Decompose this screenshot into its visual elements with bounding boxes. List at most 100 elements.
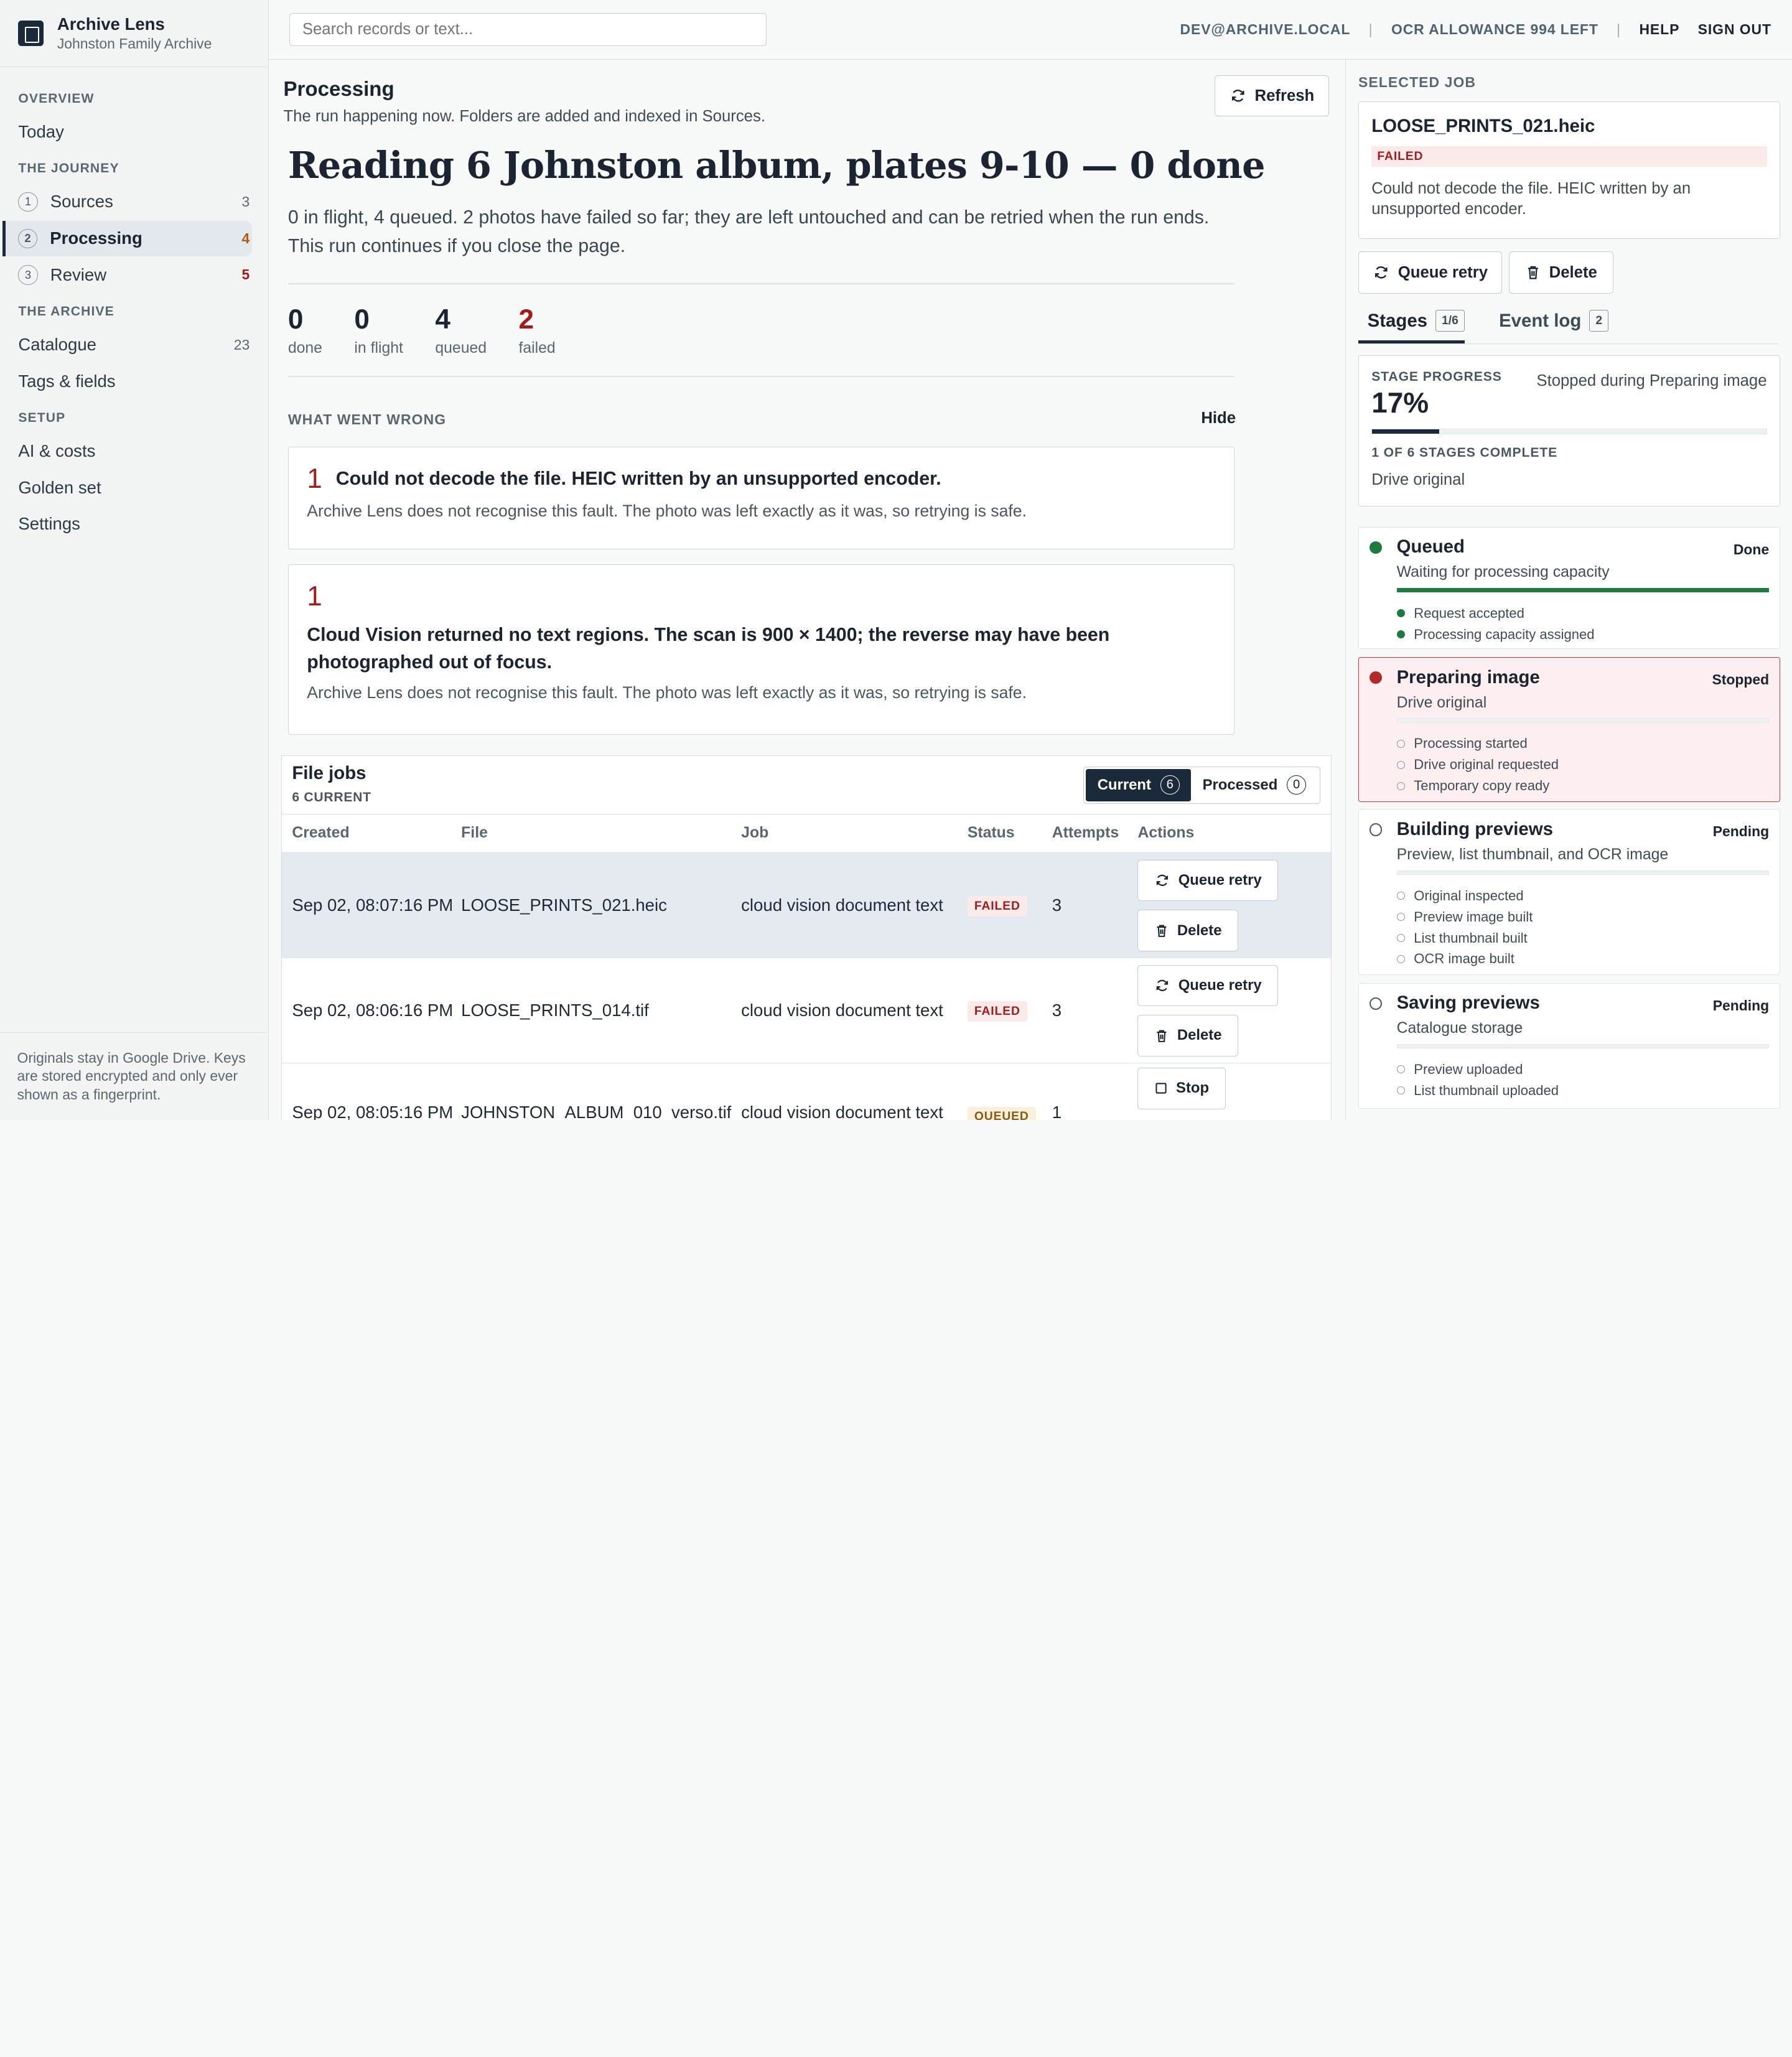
cell-created: Sep 02, 08:05:16 PM	[292, 1102, 454, 1120]
nav-heading-journey: THE JOURNEY	[18, 161, 119, 176]
stage-steps: Preview uploaded List thumbnail uploaded	[1397, 1059, 1559, 1101]
hide-errors-button[interactable]: Hide	[1201, 409, 1236, 427]
tab-label: Processed	[1202, 776, 1278, 793]
table-row[interactable]: Sep 02, 08:05:16 PM JOHNSTON_ALBUM_010_v…	[282, 1063, 1331, 1120]
step-number-badge: 1	[18, 192, 38, 212]
button-label: Delete	[1549, 263, 1597, 281]
queue-retry-button[interactable]: Queue retry	[1137, 964, 1279, 1006]
errors-heading: WHAT WENT WRONG	[287, 411, 447, 428]
column-header: Attempts	[1052, 824, 1119, 842]
stage-step: List thumbnail uploaded	[1397, 1080, 1559, 1101]
sidebar-item-settings[interactable]: Settings	[2, 506, 252, 542]
column-header: Status	[967, 824, 1015, 842]
column-header: Actions	[1137, 824, 1195, 842]
stage-state: Pending	[1712, 823, 1770, 840]
brand[interactable]: Archive Lens Johnston Family Archive	[0, 0, 268, 68]
delete-button[interactable]: Delete	[1137, 910, 1239, 951]
file-jobs-subtitle: 6 CURRENT	[292, 790, 371, 805]
stage-bar	[1396, 718, 1770, 723]
stage-bar	[1396, 588, 1770, 593]
status-badge: FAILED	[967, 1001, 1027, 1022]
stage-bar	[1396, 870, 1770, 875]
stage-pending-dot-icon	[1369, 823, 1382, 836]
stage-card[interactable]: Preparing image Stopped Drive original P…	[1358, 657, 1780, 803]
stage-card[interactable]: Building previews Pending Preview, list …	[1358, 809, 1780, 975]
file-jobs-panel: File jobs 6 CURRENT Current 6 Processed 0 …	[281, 755, 1332, 1120]
brand-subtitle: Johnston Family Archive	[57, 35, 212, 52]
sidebar-item-count: 3	[241, 193, 250, 210]
stage-step: Request accepted	[1397, 603, 1595, 624]
sidebar-item-count: 4	[241, 230, 250, 246]
tab-event-log[interactable]: Event log 2	[1490, 305, 1609, 343]
stage-subtitle: Preview, list thumbnail, and OCR image	[1396, 846, 1669, 864]
stage-progress-value: 17%	[1371, 386, 1429, 419]
selected-job-heading: SELECTED JOB	[1358, 74, 1477, 91]
sign-out-link[interactable]: SIGN OUT	[1698, 21, 1771, 38]
refresh-icon	[1232, 90, 1244, 102]
selected-job-tabs: Stages 1/6 Event log 2	[1358, 305, 1779, 344]
divider: |	[1617, 21, 1622, 38]
stage-card[interactable]: Queued Done Waiting for processing capac…	[1358, 526, 1780, 650]
selected-error-message: Could not decode the file. HEIC written …	[1371, 179, 1691, 218]
stage-step: Preview image built	[1397, 907, 1533, 928]
stage-stopped-dot-icon	[1369, 671, 1382, 684]
search-input[interactable]	[289, 12, 767, 46]
delete-button[interactable]: Delete	[1509, 251, 1613, 294]
table-row[interactable]: Sep 02, 08:07:16 PM LOOSE_PRINTS_021.hei…	[281, 853, 1331, 959]
sidebar-item-label: Processing	[50, 228, 142, 248]
divider	[287, 376, 1234, 378]
nav-heading-overview: OVERVIEW	[18, 91, 95, 106]
button-label: Queue retry	[1178, 976, 1262, 994]
stage-state: Stopped	[1712, 671, 1770, 688]
status-badge: FAILED	[967, 896, 1027, 917]
table-header: Created File Job Status Attempts Actions	[281, 814, 1331, 854]
stat-label: failed	[518, 339, 556, 357]
topbar: DEV@ARCHIVE.LOCAL | OCR ALLOWANCE 994 LE…	[268, 0, 1792, 60]
stop-button[interactable]: Stop	[1137, 1068, 1226, 1109]
button-label: Queue retry	[1398, 263, 1488, 281]
stage-state: Pending	[1712, 997, 1770, 1014]
run-headline: Reading 6 Johnston album, plates 9-10 — …	[287, 144, 1266, 187]
sidebar-item-count: 23	[233, 336, 250, 353]
delete-button[interactable]: Delete	[1137, 1015, 1239, 1056]
sidebar-item-golden-set[interactable]: Golden set	[2, 470, 252, 505]
queue-retry-button[interactable]: Queue retry	[1358, 251, 1503, 294]
tab-processed[interactable]: Processed 0	[1191, 769, 1317, 801]
stage-progress-note: Stopped during Preparing image	[1536, 371, 1767, 389]
refresh-button[interactable]: Refresh	[1215, 75, 1330, 117]
table-row[interactable]: Sep 02, 08:06:16 PM LOOSE_PRINTS_014.tif…	[281, 958, 1331, 1064]
sidebar-item-label: Today	[18, 122, 64, 142]
tab-current[interactable]: Current 6	[1086, 769, 1192, 801]
sidebar-item-sources[interactable]: 1 Sources 3	[2, 184, 252, 220]
stat-label: queued	[435, 339, 487, 357]
stat-queued: 4 queued	[435, 304, 487, 357]
selected-job-card: LOOSE_PRINTS_021.heic FAILED Could not d…	[1358, 101, 1780, 239]
stage-step: Drive original requested	[1397, 754, 1559, 775]
queue-retry-button[interactable]: Queue retry	[1137, 859, 1279, 901]
tab-stages[interactable]: Stages 1/6	[1358, 305, 1465, 343]
sidebar-item-tags[interactable]: Tags & fields	[2, 363, 252, 399]
sidebar-item-ai-costs[interactable]: AI & costs	[2, 433, 252, 469]
sidebar-item-review[interactable]: 3 Review 5	[2, 257, 252, 292]
user-email: DEV@ARCHIVE.LOCAL	[1180, 21, 1351, 38]
count-pill: 1/6	[1435, 310, 1465, 332]
stage-title: Preparing image	[1396, 666, 1540, 688]
sidebar-item-today[interactable]: Today	[2, 114, 252, 150]
sidebar-item-label: Tags & fields	[18, 371, 116, 391]
sidebar-item-catalogue[interactable]: Catalogue 23	[2, 327, 252, 363]
error-detail: Archive Lens does not recognise this fau…	[307, 501, 1027, 520]
cell-file: LOOSE_PRINTS_021.heic	[461, 895, 667, 915]
stage-subtitle: Drive original	[1396, 694, 1487, 711]
help-link[interactable]: HELP	[1639, 21, 1679, 38]
sidebar-item-label: Catalogue	[18, 335, 96, 355]
stat-done: 0 done	[288, 304, 322, 357]
stage-progress-bar	[1371, 428, 1767, 434]
stage-title: Saving previews	[1396, 992, 1540, 1014]
stage-card[interactable]: Saving previews Pending Catalogue storag…	[1358, 982, 1780, 1109]
cell-attempts: 3	[1052, 895, 1062, 915]
sidebar-item-processing[interactable]: 2 Processing 4	[2, 220, 252, 256]
column-header: Created	[292, 824, 350, 842]
tab-label: Stages	[1367, 310, 1428, 331]
error-count: 1	[307, 463, 322, 494]
refresh-label: Refresh	[1254, 86, 1315, 105]
